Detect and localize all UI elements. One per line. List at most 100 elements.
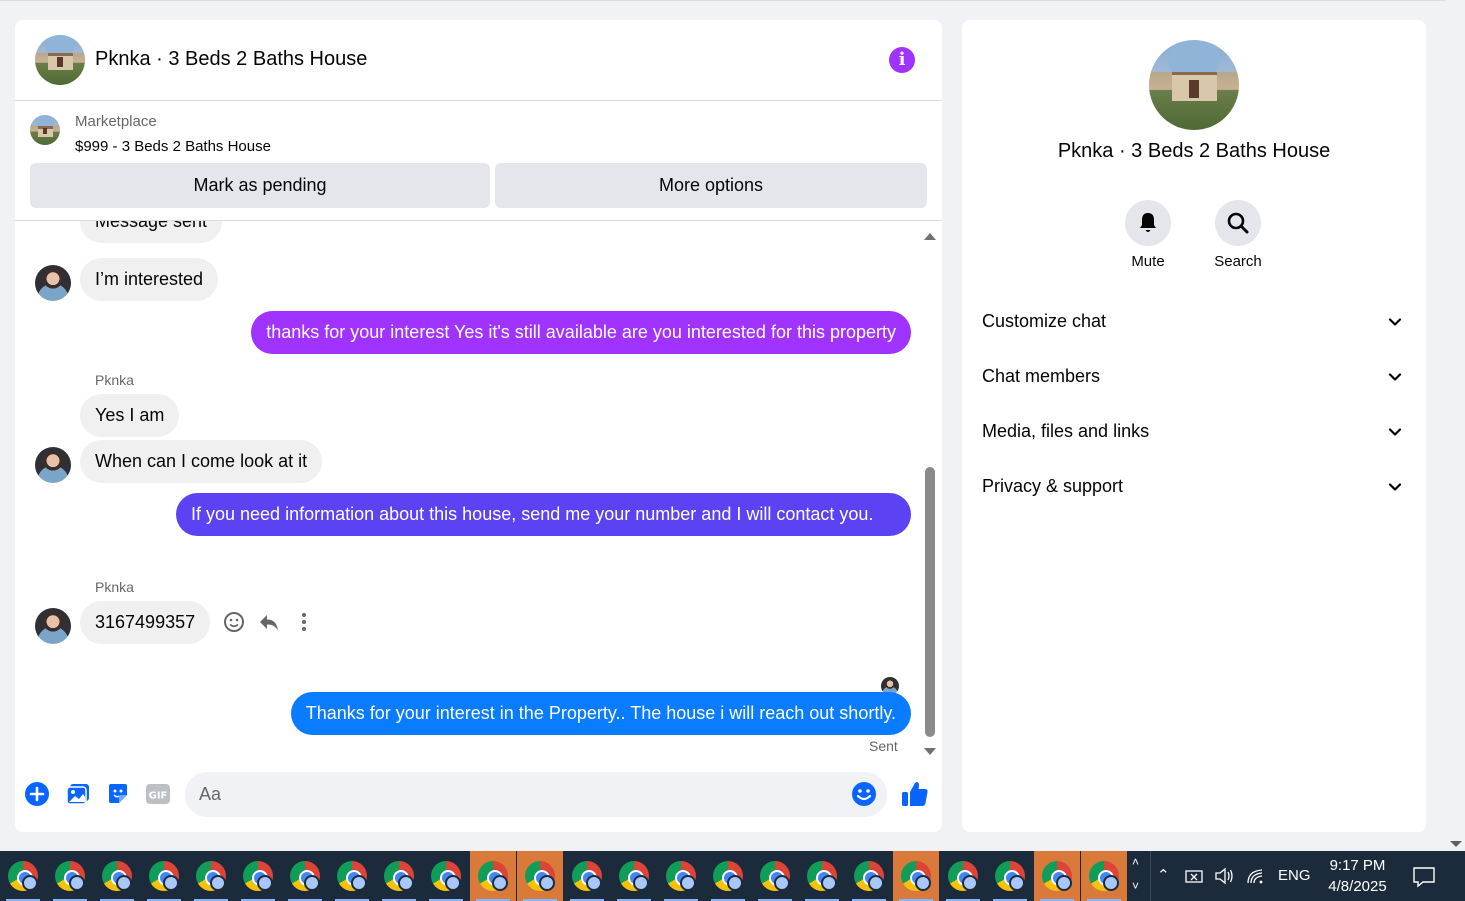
profile-badge-icon xyxy=(351,875,367,891)
profile-badge-icon xyxy=(492,875,508,891)
network-disconnected-icon[interactable] xyxy=(1183,868,1205,884)
profile-badge-icon xyxy=(868,875,884,891)
message-bubble[interactable]: Message sent xyxy=(80,221,223,243)
scroll-thumb[interactable] xyxy=(925,467,935,737)
profile-badge-icon xyxy=(1103,875,1119,891)
message-list[interactable]: Message sent I’m interested thanks for y… xyxy=(15,221,942,766)
profile-badge-icon xyxy=(821,875,837,891)
scroll-down-icon[interactable] xyxy=(924,748,936,755)
plus-icon[interactable] xyxy=(24,781,50,807)
section-media-files-links[interactable]: Media, files and links xyxy=(962,407,1426,457)
emoji-icon[interactable] xyxy=(851,781,877,807)
sender-avatar[interactable] xyxy=(35,608,71,644)
section-customize-chat[interactable]: Customize chat xyxy=(962,297,1426,347)
message-bubble[interactable]: Yes I am xyxy=(80,394,180,437)
chevron-down-icon xyxy=(1388,483,1402,491)
sticker-icon[interactable] xyxy=(105,781,131,807)
taskbar-chrome-app[interactable] xyxy=(47,851,93,901)
profile-badge-icon xyxy=(445,875,461,891)
taskbar-scroll[interactable]: ˄ ˅ xyxy=(1130,851,1148,901)
mark-as-pending-button[interactable]: Mark as pending xyxy=(30,163,490,208)
language-indicator[interactable]: ENG xyxy=(1278,851,1311,901)
wifi-icon[interactable] xyxy=(1246,867,1266,885)
message-input[interactable] xyxy=(185,772,887,817)
info-icon[interactable]: i xyxy=(889,47,915,73)
taskbar-chrome-app[interactable] xyxy=(893,851,939,901)
listing-thumbnail[interactable] xyxy=(30,115,60,145)
profile-badge-icon xyxy=(774,875,790,891)
taskbar-chrome-app[interactable] xyxy=(188,851,234,901)
taskbar-chrome-app[interactable] xyxy=(611,851,657,901)
more-options-button[interactable]: More options xyxy=(495,163,927,208)
sender-avatar[interactable] xyxy=(35,447,71,483)
listing-price-title[interactable]: $999 - 3 Beds 2 Baths House xyxy=(75,138,271,155)
profile-badge-icon xyxy=(633,875,649,891)
taskbar-chrome-app[interactable] xyxy=(799,851,845,901)
taskbar-chrome-app[interactable] xyxy=(564,851,610,901)
notification-center-icon[interactable] xyxy=(1412,866,1436,888)
photo-icon[interactable] xyxy=(65,781,91,807)
taskbar-chrome-app[interactable] xyxy=(752,851,798,901)
like-thumb-icon[interactable] xyxy=(900,779,930,809)
profile-badge-icon xyxy=(1009,875,1025,891)
info-avatar[interactable] xyxy=(1149,40,1239,130)
taskbar-chrome-app[interactable] xyxy=(282,851,328,901)
profile-badge-icon xyxy=(257,875,273,891)
taskbar-chrome-app[interactable] xyxy=(846,851,892,901)
profile-badge-icon xyxy=(163,875,179,891)
taskbar-chrome-app[interactable] xyxy=(1034,851,1080,901)
volume-icon[interactable] xyxy=(1214,867,1234,885)
marketplace-listing-bar: Marketplace $999 - 3 Beds 2 Baths House … xyxy=(15,101,942,221)
taskbar-chrome-app[interactable] xyxy=(235,851,281,901)
reply-icon[interactable] xyxy=(257,610,281,634)
chat-panel: Pknka · 3 Beds 2 Baths House i Marketpla… xyxy=(15,20,942,832)
message-bubble[interactable]: When can I come look at it xyxy=(80,440,323,483)
profile-badge-icon xyxy=(1056,875,1072,891)
chat-header: Pknka · 3 Beds 2 Baths House i xyxy=(15,20,942,101)
scroll-up-icon[interactable] xyxy=(924,233,936,240)
profile-badge-icon xyxy=(680,875,696,891)
chevron-down-icon[interactable]: ˅ xyxy=(1132,879,1139,893)
message-bubble[interactable]: 3167499357 xyxy=(80,601,211,644)
profile-badge-icon xyxy=(69,875,85,891)
taskbar-chrome-app[interactable] xyxy=(517,851,563,901)
search-button[interactable] xyxy=(1215,200,1261,246)
section-label: Privacy & support xyxy=(982,476,1124,496)
more-icon[interactable] xyxy=(292,610,316,634)
search-icon xyxy=(1227,212,1249,234)
taskbar-chrome-app[interactable] xyxy=(0,851,46,901)
top-divider xyxy=(0,0,1445,1)
section-chat-members[interactable]: Chat members xyxy=(962,352,1426,402)
message-bubble[interactable]: Thanks for your interest in the Property… xyxy=(290,692,911,735)
taskbar-chrome-app[interactable] xyxy=(329,851,375,901)
message-bubble[interactable]: thanks for your interest Yes it's still … xyxy=(251,311,911,354)
taskbar-chrome-app[interactable] xyxy=(705,851,751,901)
message-bubble[interactable]: If you need information about this house… xyxy=(176,493,911,536)
message-bubble[interactable]: I’m interested xyxy=(80,258,219,301)
page-scrollbar[interactable] xyxy=(1445,0,1465,851)
taskbar-chrome-app[interactable] xyxy=(470,851,516,901)
taskbar-chrome-app[interactable] xyxy=(94,851,140,901)
listing-avatar[interactable] xyxy=(35,35,85,85)
taskbar-chrome-app[interactable] xyxy=(987,851,1033,901)
taskbar-chrome-app[interactable] xyxy=(376,851,422,901)
clock[interactable]: 9:17 PM 4/8/2025 xyxy=(1315,855,1400,897)
chevron-down-icon xyxy=(1388,373,1402,381)
sender-name: Pknka xyxy=(95,372,134,388)
scroll-down-icon[interactable] xyxy=(1450,841,1462,847)
react-icon[interactable] xyxy=(222,610,246,634)
show-hidden-icons-icon[interactable]: ⌃ xyxy=(1157,851,1170,901)
chevron-up-icon[interactable]: ˄ xyxy=(1132,855,1139,869)
taskbar-chrome-app[interactable] xyxy=(423,851,469,901)
sender-avatar[interactable] xyxy=(35,265,71,301)
taskbar-chrome-app[interactable] xyxy=(1081,851,1127,901)
gif-icon[interactable]: GIF xyxy=(145,781,171,807)
taskbar-chrome-app[interactable] xyxy=(658,851,704,901)
message-scrollbar[interactable] xyxy=(920,229,940,759)
section-privacy-support[interactable]: Privacy & support xyxy=(962,462,1426,512)
mute-button[interactable] xyxy=(1125,200,1171,246)
chat-title[interactable]: Pknka · 3 Beds 2 Baths House xyxy=(95,48,367,71)
taskbar-chrome-app[interactable] xyxy=(940,851,986,901)
windows-taskbar: ˄ ˅ ⌃ ENG 9:17 PM 4/8/2025 xyxy=(0,851,1465,901)
taskbar-chrome-app[interactable] xyxy=(141,851,187,901)
